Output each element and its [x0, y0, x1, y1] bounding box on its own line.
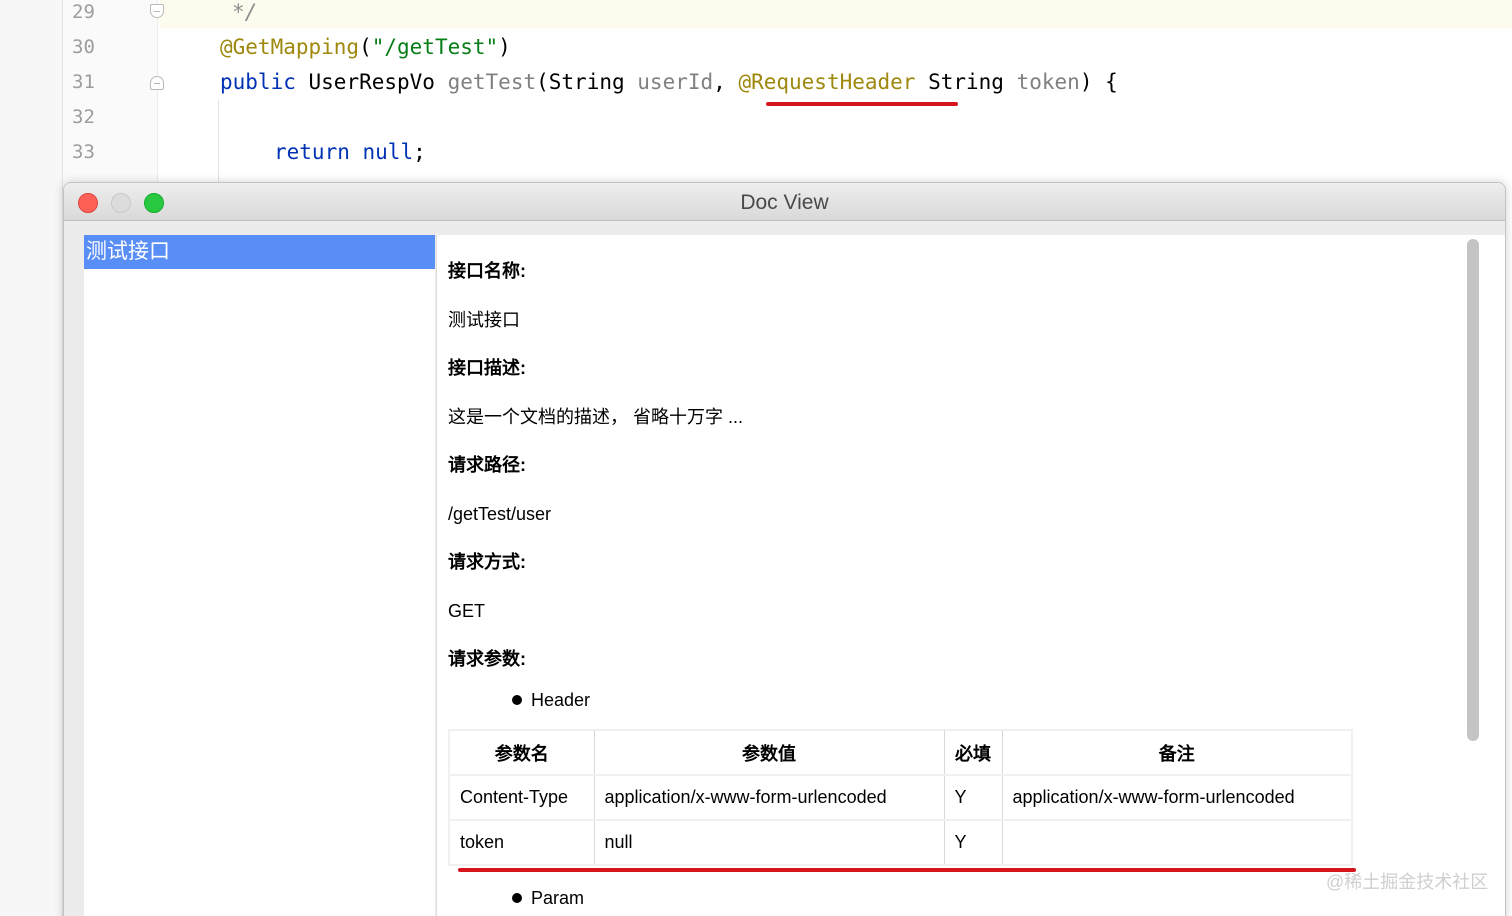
line-number: 31: [72, 71, 95, 93]
code-paren: ): [498, 35, 511, 59]
code-line-30[interactable]: @GetMapping("/getTest"): [220, 35, 511, 70]
line-number: 32: [72, 106, 95, 128]
header-bullet: Header: [512, 688, 590, 712]
table-cell: [1001, 819, 1353, 866]
code-params: (String: [536, 70, 638, 94]
project-panel-edge: [0, 0, 63, 916]
current-line-highlight: [159, 0, 1512, 28]
request-method-value: GET: [448, 601, 486, 621]
param-bullet-text: Param: [531, 888, 585, 908]
code-keyword: null: [362, 140, 414, 164]
watermark: @稀土掘金技术社区: [1326, 872, 1489, 892]
code-paren: (: [359, 35, 372, 59]
header-params-table: 参数名 参数值 必填 备注 Content-Type application/x…: [448, 729, 1353, 866]
api-list-item-selected[interactable]: 测试接口: [84, 235, 435, 269]
table-cell: application/x-www-form-urlencoded: [593, 774, 945, 821]
table-row: token null Y: [448, 819, 1353, 866]
line-number: 30: [72, 36, 95, 58]
request-path-value: /getTest/user: [448, 504, 552, 524]
code-keyword: public: [220, 70, 296, 94]
bullet-dot-icon: [512, 893, 522, 903]
fold-end-icon[interactable]: [150, 4, 164, 18]
table-cell: null: [593, 819, 945, 866]
table-header-row: 参数名 参数值 必填 备注: [448, 729, 1353, 776]
bullet-dot-icon: [512, 695, 522, 705]
table-cell: token: [448, 819, 595, 866]
code-comma: ,: [713, 70, 739, 94]
code-params: ) {: [1079, 70, 1118, 94]
request-method-label: 请求方式:: [448, 552, 526, 572]
column-header: 参数名: [448, 729, 595, 776]
request-params-label: 请求参数:: [448, 649, 526, 669]
column-header: 必填: [943, 729, 1003, 776]
code-method: getTest: [447, 70, 537, 94]
code-line-29[interactable]: */: [232, 0, 257, 35]
window-titlebar[interactable]: Doc View: [64, 183, 1505, 221]
line-number: 33: [72, 141, 95, 163]
code-param-name: userId: [637, 70, 714, 94]
code-param-name: token: [1016, 70, 1080, 94]
api-name-value: 测试接口: [448, 310, 520, 330]
code-annotation: @RequestHeader: [738, 70, 916, 94]
fold-start-icon[interactable]: [150, 76, 164, 90]
scrollbar-thumb[interactable]: [1467, 239, 1479, 741]
line-number: 29: [72, 1, 95, 23]
annotation-underline: [766, 102, 958, 106]
api-list[interactable]: 测试接口: [84, 235, 435, 916]
table-cell: application/x-www-form-urlencoded: [1001, 774, 1353, 821]
code-comment: */: [232, 0, 258, 24]
api-desc-value: 这是一个文档的描述， 省略十万字 ...: [448, 407, 744, 427]
request-path-label: 请求路径:: [448, 455, 526, 475]
param-bullet: Param: [512, 886, 584, 910]
table-cell: Content-Type: [448, 774, 595, 821]
doc-content-panel[interactable]: 接口名称: 测试接口 接口描述: 这是一个文档的描述， 省略十万字 ... 请求…: [436, 235, 1462, 916]
code-params: String: [915, 70, 1017, 94]
code-line-31[interactable]: public UserRespVo getTest(String userId,…: [220, 70, 1118, 105]
column-header: 备注: [1001, 729, 1353, 776]
api-name-label: 接口名称:: [448, 261, 526, 281]
column-header: 参数值: [593, 729, 945, 776]
code-string: "/getTest": [371, 35, 499, 59]
table-row: Content-Type application/x-www-form-urle…: [448, 774, 1353, 821]
header-bullet-text: Header: [531, 690, 591, 710]
table-row-underline: [458, 868, 1356, 872]
indent-guide: [218, 100, 219, 185]
table-cell: Y: [943, 819, 1003, 866]
window-title: Doc View: [740, 191, 829, 214]
code-semicolon: ;: [413, 140, 426, 164]
code-line-33[interactable]: return null;: [274, 140, 426, 175]
code-keyword: return: [274, 140, 350, 164]
code-type: UserRespVo: [308, 70, 435, 94]
table-cell: Y: [943, 774, 1003, 821]
api-desc-label: 接口描述:: [448, 358, 526, 378]
doc-view-window: Doc View 测试接口 接口名称: 测试接口 接口描述: 这是一个文档的描述…: [63, 182, 1506, 916]
code-annotation: @GetMapping: [220, 35, 360, 59]
